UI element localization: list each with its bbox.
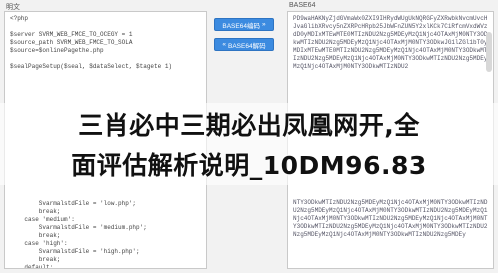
arrow-right-icon: » xyxy=(261,21,266,28)
code-line: SvarmalstdFile = 'low.php'; xyxy=(10,200,137,207)
base64-text-top: PD9waHAKNyZjdGVmaWx0ZXI9IHRydWUgUkNQRGFy… xyxy=(293,15,488,70)
code-line: $server SVRM_WEB_FMCE_TO_OCEGY = 1 xyxy=(10,31,133,38)
plaintext-code-top: <?php $server SVRM_WEB_FMCE_TO_OCEGY = 1… xyxy=(5,12,206,74)
code-line: $sealPageSetup($seal, $dataSelect, $tage… xyxy=(10,63,173,70)
code-line: break; xyxy=(10,256,61,263)
base64-text-bottom: NTY3ODkwMTIzNDU2Nzg5MDEyMzQ1Njc4OTAxMjM0… xyxy=(293,199,488,238)
code-line: SvarmalstdFile = 'medium.php'; xyxy=(10,224,147,231)
code-line: SvarmalstdFile = 'high.php'; xyxy=(10,248,140,255)
code-line: break; xyxy=(10,208,61,215)
arrow-left-icon: « xyxy=(222,41,227,48)
base64-scrollbar[interactable] xyxy=(486,32,492,72)
encode-button-label: BASE64编码 xyxy=(222,22,260,30)
plaintext-code-bottom: SvarmalstdFile = 'low.php'; break; case … xyxy=(5,197,152,269)
code-line: break; xyxy=(10,232,61,239)
overlay-headline-line2: 面评估解析说明_10DM96.83 xyxy=(71,151,427,180)
base64-decode-button[interactable]: « BASE64解码 xyxy=(214,38,274,51)
code-line: $source=$onlinePagethe.php xyxy=(10,47,104,54)
code-line: case 'high': xyxy=(10,240,68,247)
overlay-headline-line1: 三肖必中三期必出凤凰网开,全 xyxy=(78,111,420,140)
base64-encode-button[interactable]: BASE64编码 » xyxy=(214,18,274,31)
code-line: case 'medium': xyxy=(10,216,75,223)
code-line: $source_path SVRM_WEB_FMCE_TO_SOLA xyxy=(10,39,133,46)
base64-label: BASE64 xyxy=(289,2,316,9)
code-line: default: xyxy=(10,264,54,269)
decode-button-label: BASE64解码 xyxy=(228,42,266,50)
code-line: <?php xyxy=(10,15,29,22)
